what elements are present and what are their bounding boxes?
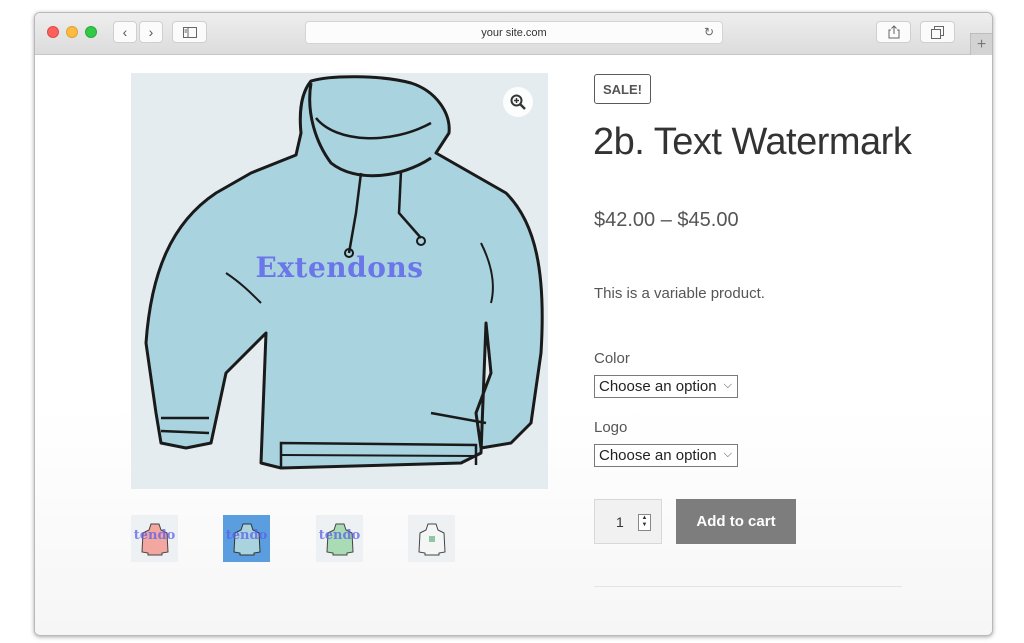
browser-toolbar: ‹ › your site.com ↻ +: [35, 13, 992, 55]
quantity-value: 1: [616, 514, 624, 530]
chevron-down-icon: ⌵: [723, 379, 732, 391]
logo-label: Logo: [594, 419, 628, 436]
chevron-down-icon: ⌵: [723, 448, 732, 460]
product-description: This is a variable product.: [594, 285, 765, 302]
divider: [594, 586, 902, 587]
url-text: your site.com: [481, 26, 547, 39]
product-thumbnail-white[interactable]: [408, 515, 455, 562]
forward-button[interactable]: ›: [139, 21, 163, 43]
maximize-window-button[interactable]: [85, 26, 97, 38]
minimize-window-button[interactable]: [66, 26, 78, 38]
product-title: 2b. Text Watermark: [593, 121, 912, 163]
zoom-button[interactable]: [503, 87, 533, 117]
sidebar-icon: [182, 26, 197, 38]
spinner-arrows-icon[interactable]: ▲ ▼: [638, 514, 651, 531]
watermark-text: Extendons: [255, 251, 424, 284]
page-content: Extendons tendo tendo tendo SALE! 2b. Te…: [35, 55, 992, 635]
sale-badge: SALE!: [594, 74, 651, 104]
zoom-in-icon: [510, 94, 526, 110]
quantity-stepper[interactable]: 1 ▲ ▼: [594, 499, 662, 544]
reload-icon[interactable]: ↻: [704, 25, 714, 39]
hoodie-thumbnail-image: [417, 523, 446, 555]
sidebar-toggle-button[interactable]: [172, 21, 207, 43]
color-select-value: Choose an option: [599, 378, 717, 395]
new-tab-button[interactable]: +: [970, 33, 992, 55]
product-main-image[interactable]: Extendons: [131, 73, 548, 489]
thumbnail-watermark: tendo: [318, 528, 361, 543]
thumbnail-watermark: tendo: [225, 528, 268, 543]
tabs-icon: [931, 25, 944, 39]
chevron-left-icon: ‹: [122, 24, 128, 40]
product-price: $42.00 – $45.00: [594, 209, 739, 231]
close-window-button[interactable]: [47, 26, 59, 38]
address-bar[interactable]: your site.com ↻: [305, 21, 723, 44]
product-thumbnail-pink[interactable]: tendo: [131, 515, 178, 562]
chevron-right-icon: ›: [148, 24, 154, 40]
share-button[interactable]: [876, 21, 911, 43]
color-label: Color: [594, 350, 630, 367]
product-thumbnail-green[interactable]: tendo: [316, 515, 363, 562]
logo-select[interactable]: Choose an option ⌵: [594, 444, 738, 467]
color-select[interactable]: Choose an option ⌵: [594, 375, 738, 398]
back-button[interactable]: ‹: [113, 21, 137, 43]
add-to-cart-button[interactable]: Add to cart: [676, 499, 796, 544]
product-thumbnail-blue[interactable]: tendo: [223, 515, 270, 562]
tabs-overview-button[interactable]: [920, 21, 955, 43]
share-icon: [888, 25, 899, 39]
thumbnail-watermark: tendo: [133, 528, 176, 543]
browser-window: ‹ › your site.com ↻ + Extendons tendo te…: [34, 12, 993, 636]
logo-select-value: Choose an option: [599, 447, 717, 464]
plus-icon: +: [976, 35, 987, 53]
